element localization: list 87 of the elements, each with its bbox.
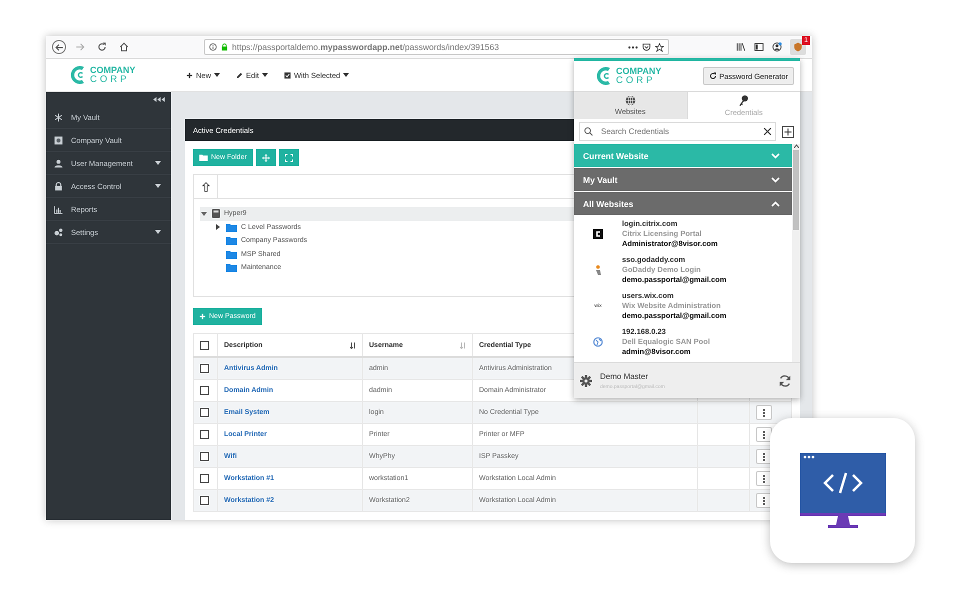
clear-button[interactable] [763,127,772,136]
more-button[interactable] [756,427,772,442]
folder-icon [226,250,237,259]
sync-icon [778,374,792,388]
logo-text: COMPANY [616,66,662,76]
logo-text: COMPANY [90,66,136,75]
logo-text: CORP [616,76,656,86]
library-icon [736,42,746,52]
caret-icon [343,73,350,77]
expand-icon [284,154,293,162]
chevron-down-icon [771,176,780,182]
home-icon [119,42,129,52]
address-bar[interactable]: https://passportaldemo.mypasswordapp.net/passwords/index/391563 [204,39,669,55]
user-name: Demo Master [600,372,650,380]
sidebar-item-icon [54,158,63,168]
key-icon [738,94,750,107]
lock-icon [221,43,228,51]
checkbox[interactable] [200,408,209,417]
caret-icon [201,212,207,216]
plus-icon [186,72,193,78]
scrollbar[interactable] [792,144,800,362]
sidebar-item-icon [54,112,63,122]
chevron-down-icon [771,152,780,158]
checkbox[interactable] [200,496,209,505]
code-monitor-icon [800,452,886,528]
sync-button[interactable] [778,374,792,388]
caret-icon [214,73,220,77]
server-icon [212,209,220,218]
up-arrow-icon [200,180,210,192]
sort-icon [350,342,356,348]
move-icon [262,154,270,162]
add-button[interactable] [782,126,794,138]
pocket-icon [642,42,651,52]
search-icon [584,127,593,136]
plus-icon [784,128,792,136]
pencil-icon [236,72,244,78]
caret-icon [155,161,161,165]
caret-icon [262,73,268,77]
globe-icon [593,337,603,347]
folder-icon [199,154,208,161]
logo-text: CORP [90,74,130,84]
checkbox[interactable] [200,386,209,395]
sidebar-item-icon [54,204,63,214]
checkbox[interactable] [200,364,209,373]
scroll-up-icon [794,144,798,148]
checkbox[interactable] [200,474,209,483]
plus-icon [199,313,206,320]
reload-icon [97,42,107,52]
checkbox-icon [284,72,291,78]
settings-button[interactable] [580,374,592,386]
caret-icon [155,230,161,234]
account-icon [772,42,782,52]
more-button[interactable] [756,405,772,420]
sidebar-item-icon [54,136,63,144]
search-field[interactable]: Search Credentials [579,122,776,141]
back-button[interactable] [52,40,66,54]
more-dots-icon [628,46,638,48]
settings-icon [580,374,592,386]
back-arrow-icon [54,42,64,52]
url-text: https://passportaldemo.mypasswordapp.net/passwords/index/391563 [232,42,500,52]
caret-right-icon [216,224,220,230]
section-header[interactable]: My Vault [574,168,792,191]
collapse-icon [152,96,166,102]
sidebar-item-icon [54,182,63,190]
globe-icon [624,95,636,106]
forward-arrow-icon [75,42,85,52]
move-button[interactable] [256,149,276,166]
chevron-up-icon [771,200,780,206]
section-header[interactable]: All Websites [574,192,792,215]
shield-icon [793,42,803,52]
checkbox[interactable] [200,452,209,461]
figure-logo-icon [594,265,602,275]
folder-icon [226,236,237,246]
close-icon [763,127,772,136]
sidebar-item-icon [54,228,63,236]
star-icon [655,42,664,52]
checkbox[interactable] [200,340,209,350]
expand-button[interactable] [278,149,299,166]
sort-icon [460,342,466,348]
citrix-logo-icon [593,229,603,239]
folder-icon [226,263,237,272]
info-icon [209,43,217,51]
folder-icon [226,222,237,232]
checkbox[interactable] [200,430,209,439]
caret-icon [155,184,161,188]
sidebar-icon [754,42,764,52]
refresh-icon [709,72,718,80]
